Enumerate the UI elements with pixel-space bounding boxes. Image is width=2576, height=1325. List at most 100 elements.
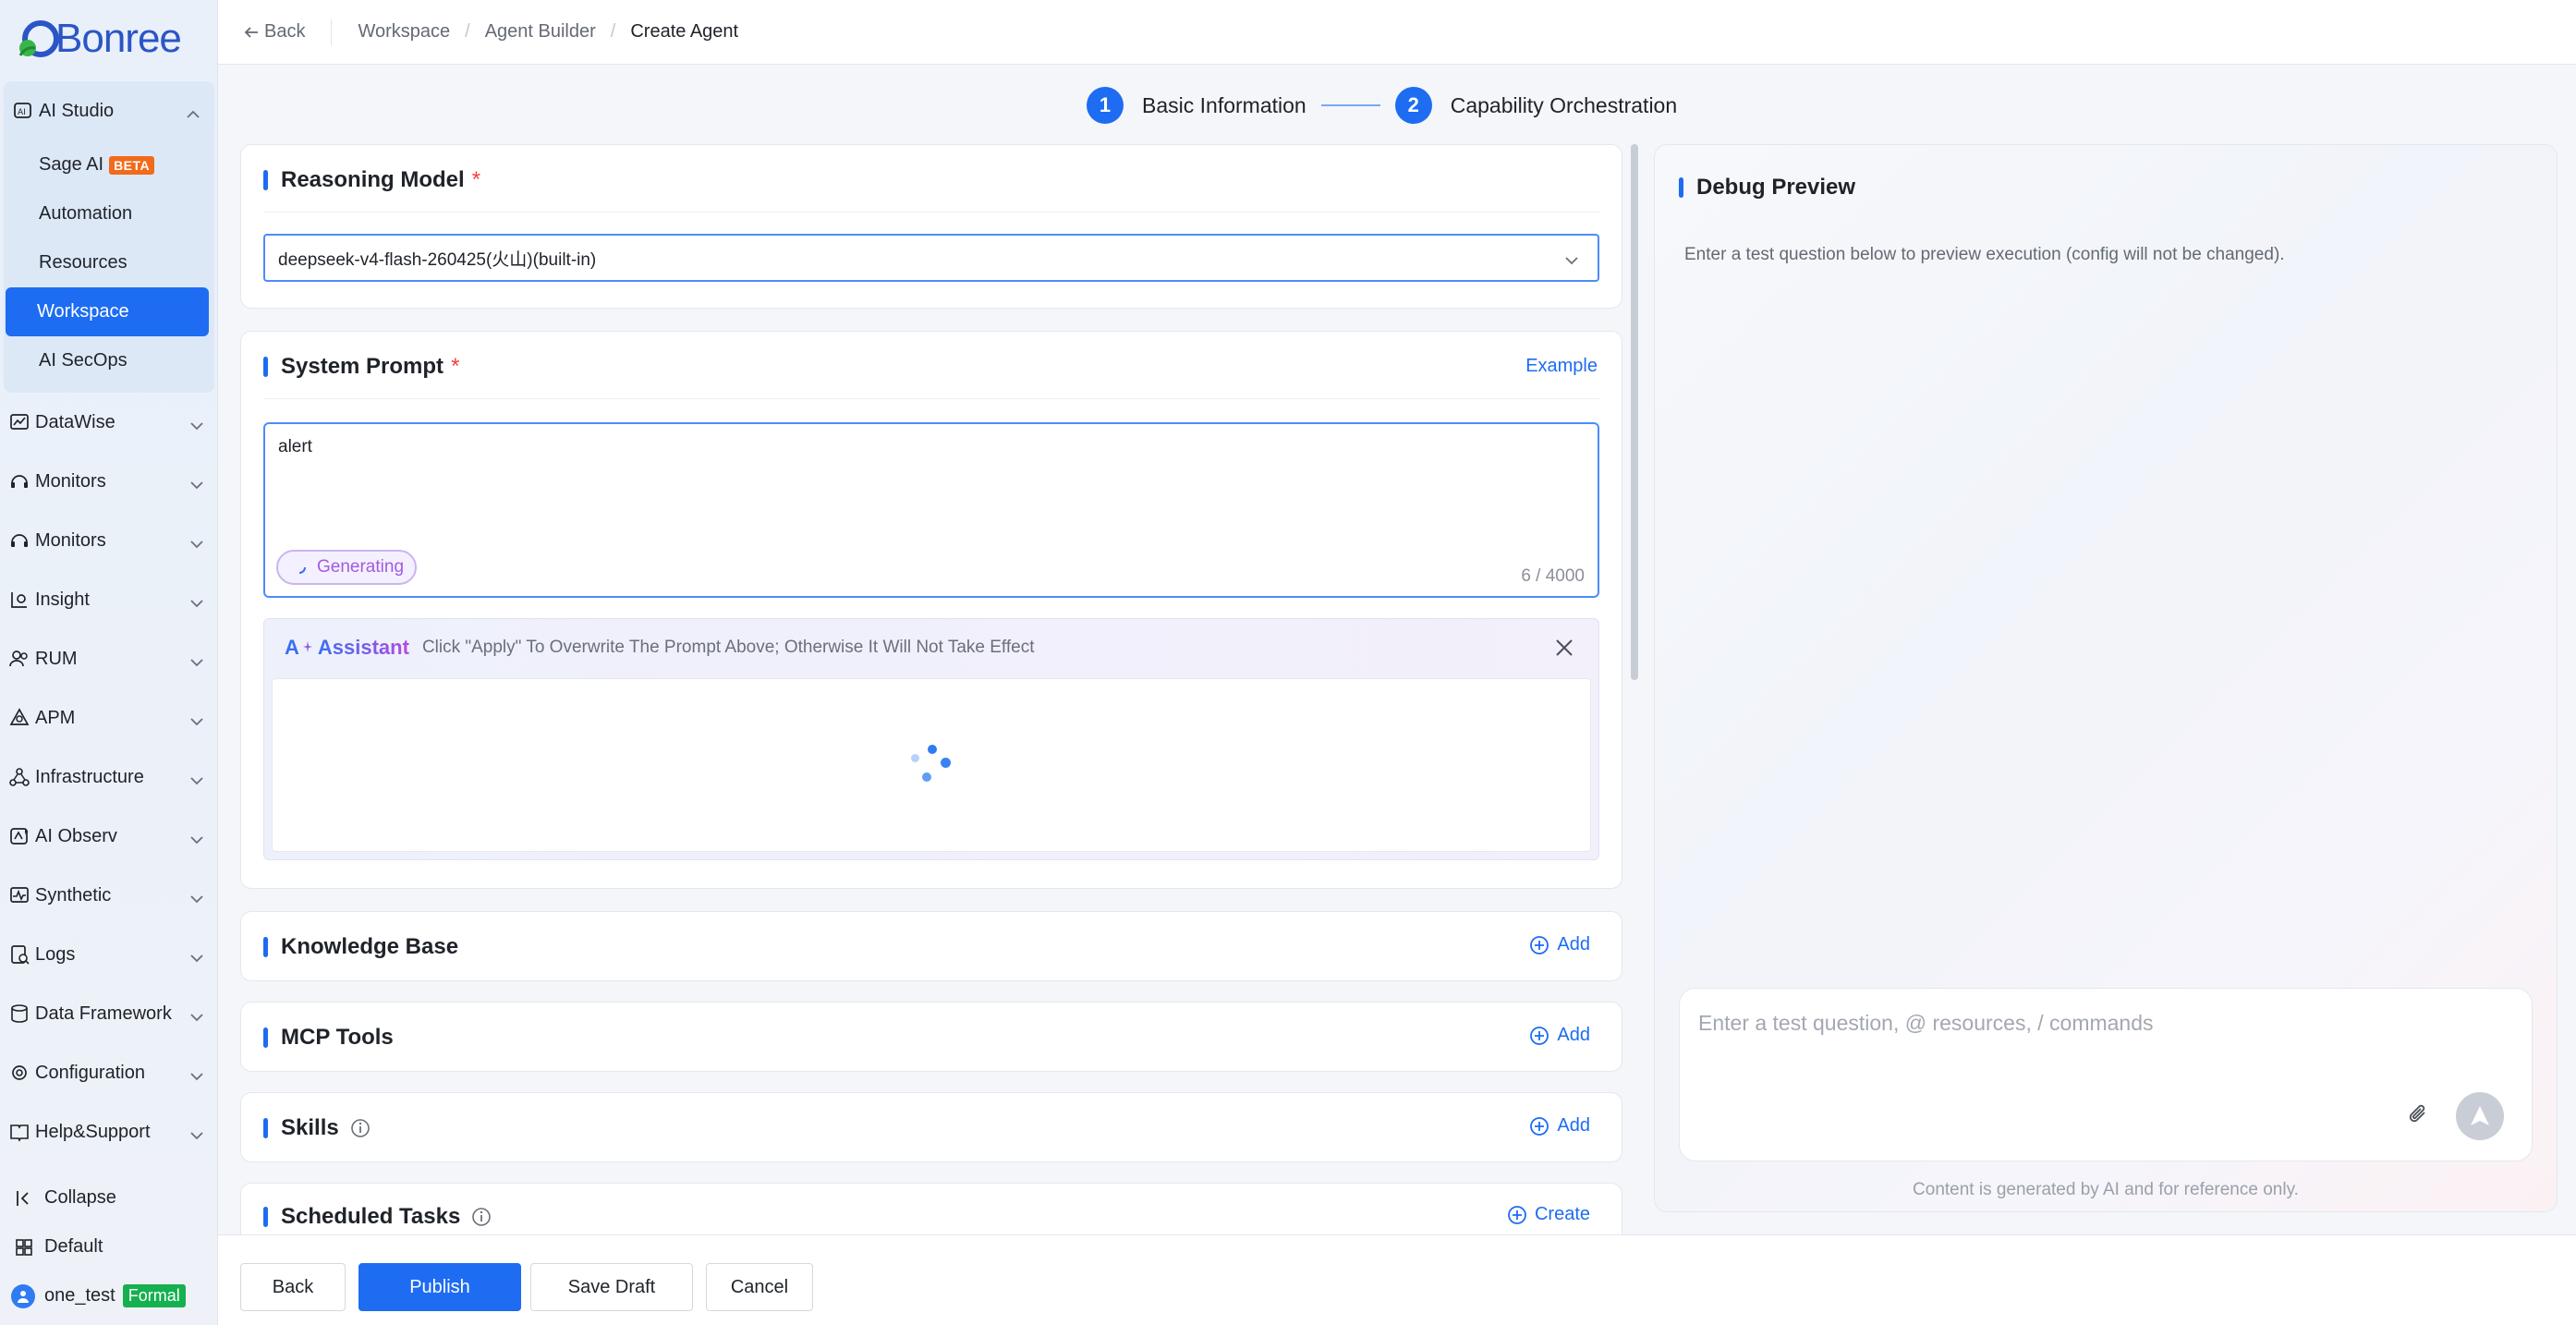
close-icon[interactable] bbox=[1554, 638, 1574, 662]
back-link[interactable]: Back bbox=[244, 21, 305, 43]
beta-badge: BETA bbox=[109, 155, 155, 175]
scheduled-tasks-card: Scheduled Tasks Create bbox=[240, 1183, 1622, 1234]
synthetic-icon bbox=[9, 885, 30, 906]
sidebar-item-label: Insight bbox=[35, 589, 90, 610]
svg-text:AI: AI bbox=[18, 108, 26, 117]
sidebar-item-monitors[interactable]: Monitors bbox=[0, 452, 218, 511]
title-accent bbox=[263, 1027, 268, 1048]
add-mcp-tool-button[interactable]: Add bbox=[1529, 1025, 1590, 1046]
step-2-label[interactable]: Capability Orchestration bbox=[1451, 93, 1677, 118]
sidebar-item-label: Logs bbox=[35, 943, 76, 965]
title-accent bbox=[263, 1118, 268, 1138]
settings-icon bbox=[9, 1063, 30, 1083]
info-icon[interactable] bbox=[350, 1118, 371, 1138]
chevron-down-icon bbox=[190, 651, 203, 673]
reasoning-model-title: Reasoning Model bbox=[281, 167, 465, 192]
footer-actions: Back Publish Save Draft Cancel bbox=[218, 1234, 2576, 1325]
assistant-output bbox=[272, 678, 1591, 852]
brand-logo[interactable]: Bonree bbox=[13, 13, 182, 65]
char-counter: 6 / 4000 bbox=[1521, 566, 1585, 586]
scrollbar[interactable] bbox=[1631, 144, 1638, 680]
breadcrumb-current: Create Agent bbox=[630, 21, 739, 42]
plus-circle-icon bbox=[1529, 1116, 1549, 1137]
create-scheduled-task-button[interactable]: Create bbox=[1507, 1204, 1590, 1225]
breadcrumb-agent-builder[interactable]: Agent Builder bbox=[485, 21, 596, 43]
user-menu[interactable]: one_test Formal bbox=[0, 1271, 218, 1320]
system-prompt-card: System Prompt * Example alert Generating… bbox=[240, 331, 1622, 889]
sidebar-item-ai-studio[interactable]: AI AI Studio bbox=[4, 81, 214, 140]
divider bbox=[331, 18, 333, 45]
sidebar-subitem-automation[interactable]: Automation bbox=[7, 189, 211, 238]
required-mark: * bbox=[471, 167, 481, 192]
test-question-input[interactable]: Enter a test question, @ resources, / co… bbox=[1679, 988, 2533, 1161]
collapse-button[interactable]: Collapse bbox=[0, 1173, 218, 1222]
chevron-down-icon bbox=[1564, 251, 1579, 272]
attachment-icon[interactable] bbox=[2408, 1102, 2430, 1131]
title-accent bbox=[263, 1207, 268, 1227]
chevron-down-icon bbox=[190, 947, 203, 968]
sidebar-item-apm[interactable]: APM bbox=[0, 688, 218, 748]
sidebar-item-logs[interactable]: Logs bbox=[0, 925, 218, 984]
add-knowledge-base-button[interactable]: Add bbox=[1529, 934, 1590, 955]
step-1-number[interactable]: 1 bbox=[1087, 87, 1124, 124]
sidebar-item-monitors-2[interactable]: Monitors bbox=[0, 511, 218, 570]
mcp-tools-card: MCP Tools Add bbox=[240, 1002, 1622, 1072]
sidebar-subitem-ai-secops[interactable]: AI SecOps bbox=[7, 336, 211, 385]
sidebar-item-configuration[interactable]: Configuration bbox=[0, 1043, 218, 1102]
plus-circle-icon bbox=[1529, 935, 1549, 955]
reasoning-model-select[interactable]: deepseek-v4-flash-260425(火山)(built-in) bbox=[263, 234, 1599, 282]
chevron-down-icon bbox=[190, 888, 203, 909]
reasoning-model-card: Reasoning Model * deepseek-v4-flash-2604… bbox=[240, 144, 1622, 309]
sidebar-item-infrastructure[interactable]: Infrastructure bbox=[0, 748, 218, 807]
send-button[interactable] bbox=[2456, 1092, 2504, 1140]
sidebar-item-label: APM bbox=[35, 707, 76, 728]
chart-icon bbox=[9, 412, 30, 432]
title-accent bbox=[263, 357, 268, 377]
insight-icon bbox=[9, 590, 30, 610]
loading-icon bbox=[291, 559, 308, 576]
debug-preview-panel: Debug Preview Enter a test question belo… bbox=[1654, 144, 2558, 1212]
sidebar-item-synthetic[interactable]: Synthetic bbox=[0, 866, 218, 925]
selected-model: deepseek-v4-flash-260425(火山)(built-in) bbox=[278, 249, 597, 270]
org-switcher[interactable]: Default bbox=[0, 1222, 218, 1271]
logs-icon bbox=[9, 944, 30, 965]
ai-assistant-panel: A Assistant Click "Apply" To Overwrite T… bbox=[263, 618, 1599, 860]
ai-studio-icon: AI bbox=[13, 101, 33, 121]
chevron-down-icon bbox=[190, 415, 203, 436]
sidebar-item-help-support[interactable]: Help&Support bbox=[0, 1102, 218, 1161]
save-draft-button[interactable]: Save Draft bbox=[530, 1263, 693, 1311]
sidebar-item-data-framework[interactable]: Data Framework bbox=[0, 984, 218, 1043]
user-name: one_test bbox=[44, 1285, 115, 1306]
sidebar-subitem-sage-ai[interactable]: Sage AI BETA bbox=[7, 140, 211, 189]
arrow-left-icon bbox=[244, 26, 259, 39]
chevron-down-icon bbox=[190, 829, 203, 850]
sidebar-item-ai-observ[interactable]: AI Observ bbox=[0, 807, 218, 866]
sidebar-item-datawise[interactable]: DataWise bbox=[0, 393, 218, 452]
skills-title: Skills bbox=[281, 1115, 339, 1140]
system-prompt-textarea[interactable]: alert Generating 6 / 4000 bbox=[263, 422, 1599, 598]
sidebar-item-insight[interactable]: Insight bbox=[0, 570, 218, 629]
info-icon[interactable] bbox=[471, 1207, 492, 1227]
sidebar-item-label: Monitors bbox=[35, 470, 106, 492]
breadcrumb-workspace[interactable]: Workspace bbox=[358, 21, 450, 43]
step-2-number[interactable]: 2 bbox=[1394, 87, 1432, 124]
example-link[interactable]: Example bbox=[1525, 356, 1598, 377]
title-accent bbox=[263, 937, 268, 957]
sidebar-item-label: DataWise bbox=[35, 411, 115, 432]
sidebar: Bonree AI AI Studio Sage AI BETA Automat… bbox=[0, 0, 218, 1325]
cancel-button[interactable]: Cancel bbox=[706, 1263, 813, 1311]
sidebar-item-label: Monitors bbox=[35, 529, 106, 551]
back-button[interactable]: Back bbox=[240, 1263, 346, 1311]
assistant-name: Assistant bbox=[317, 636, 409, 659]
knowledge-base-card: Knowledge Base Add bbox=[240, 911, 1622, 981]
sidebar-subitem-workspace[interactable]: Workspace bbox=[6, 287, 209, 336]
publish-button[interactable]: Publish bbox=[358, 1263, 521, 1311]
step-1-label[interactable]: Basic Information bbox=[1142, 93, 1306, 118]
input-placeholder: Enter a test question, @ resources, / co… bbox=[1698, 1011, 2154, 1035]
sidebar-subitem-resources[interactable]: Resources bbox=[7, 238, 211, 287]
plus-circle-icon bbox=[1529, 1026, 1549, 1046]
chevron-down-icon bbox=[190, 711, 203, 732]
sidebar-item-rum[interactable]: RUM bbox=[0, 629, 218, 688]
add-skill-button[interactable]: Add bbox=[1529, 1115, 1590, 1137]
send-icon bbox=[2468, 1104, 2492, 1128]
